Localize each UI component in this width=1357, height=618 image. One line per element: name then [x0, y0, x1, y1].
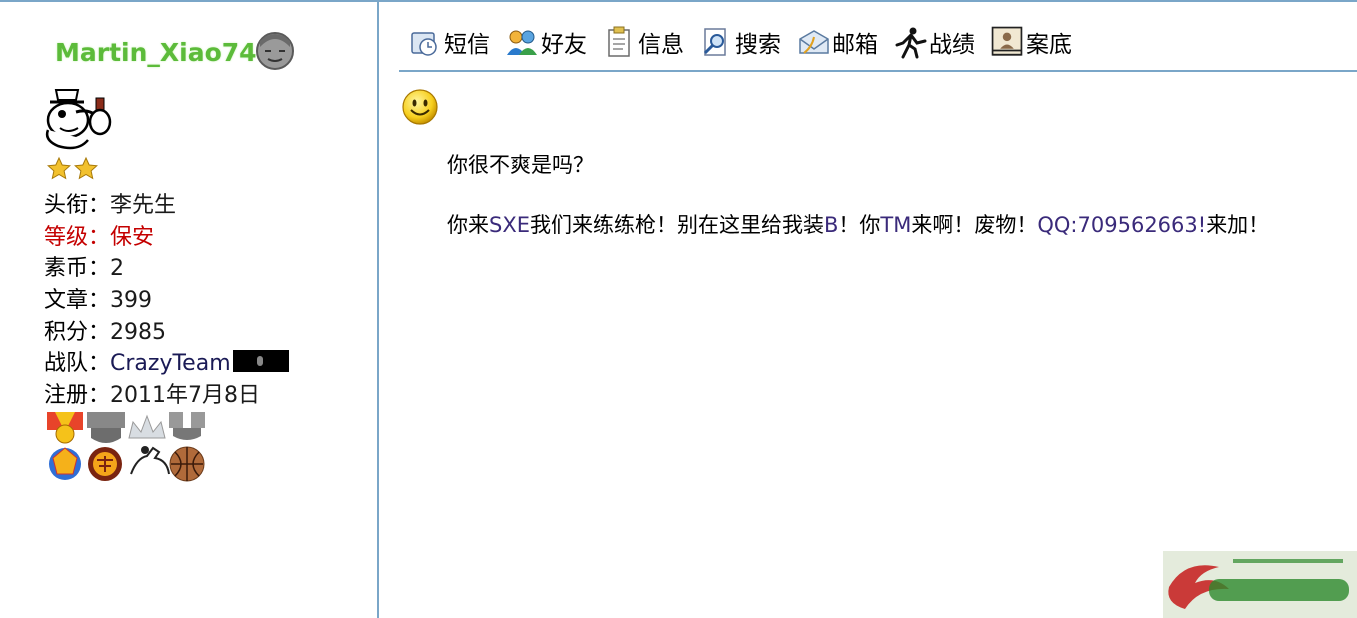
- column-divider: [377, 0, 379, 618]
- search-button[interactable]: 搜索: [699, 25, 781, 59]
- points-label: 积分：: [44, 319, 111, 345]
- register-label: 注册：: [44, 383, 111, 409]
- user-avatar[interactable]: [40, 84, 114, 152]
- medal-grey-ribbon-icon: [169, 412, 205, 440]
- sms-icon: [411, 32, 437, 56]
- record-button[interactable]: 战绩: [893, 25, 975, 59]
- points-row: 积分：2985: [44, 317, 289, 349]
- case-record-button[interactable]: 案底: [990, 25, 1072, 59]
- register-row: 注册：2011年7月8日: [44, 380, 289, 412]
- medal-money-icon: [88, 447, 122, 481]
- medal-ribbon-icon: [47, 412, 83, 444]
- user-toolbar: 短信 好友 信息 搜索 邮箱 战绩 案底: [408, 20, 1087, 64]
- message-text: ！你: [838, 213, 881, 237]
- posts-label: 文章：: [44, 288, 111, 314]
- rank-stars: [46, 156, 99, 182]
- case-record-label: 案底: [1026, 32, 1072, 58]
- info-label: 信息: [638, 32, 684, 58]
- level-label: 等级：: [44, 224, 111, 250]
- mail-button[interactable]: 邮箱: [796, 25, 878, 59]
- friends-icon: [507, 30, 537, 55]
- register-value: 2011年7月8日: [110, 383, 260, 409]
- post-message: 你很不爽是吗？ 你来SXE我们来练练枪！别在这里给我装B！你TM来啊！废物！QQ…: [447, 150, 1269, 240]
- record-label: 战绩: [929, 32, 975, 58]
- medal-basketball-icon: [169, 446, 205, 482]
- message-line-2: 你来SXE我们来练练枪！别在这里给我装B！你TM来啊！废物！QQ:7095626…: [447, 210, 1269, 240]
- medal-crown-icon: [128, 414, 166, 439]
- points-value: 2985: [110, 319, 167, 345]
- team-link[interactable]: CrazyTeam: [110, 351, 231, 376]
- title-value: 李先生: [110, 193, 177, 218]
- rank-star-icon: [47, 156, 71, 180]
- sms-label: 短信: [444, 32, 490, 58]
- case-record-icon: [991, 26, 1023, 56]
- title-label: 头衔：: [44, 193, 111, 218]
- message-text: TM: [880, 213, 912, 237]
- mail-label: 邮箱: [832, 32, 878, 58]
- message-text: 你来: [447, 213, 489, 237]
- title-row: 头衔：李先生: [44, 190, 289, 222]
- team-badge-icon: [232, 350, 289, 373]
- coins-value: 2: [110, 256, 125, 282]
- level-value: 保安: [110, 224, 155, 250]
- search-icon: [703, 28, 726, 56]
- medal-horse-icon: [130, 446, 170, 475]
- friends-button[interactable]: 好友: [505, 25, 587, 59]
- info-icon: [608, 26, 630, 57]
- username[interactable]: Martin_Xiao74: [55, 38, 257, 67]
- site-watermark-logo: [1163, 551, 1357, 618]
- offline-status-icon: [256, 32, 294, 70]
- message-text: 来啊！废物！: [911, 213, 1038, 237]
- posts-value: 399: [110, 288, 153, 314]
- coins-row: 素币：2: [44, 253, 289, 285]
- medal-group: [47, 412, 205, 482]
- team-row: 战队：CrazyTeam: [44, 348, 289, 380]
- message-text: 来加！: [1206, 213, 1270, 237]
- info-button[interactable]: 信息: [602, 25, 684, 59]
- smiley-icon: [402, 89, 438, 125]
- mail-icon: [799, 30, 829, 54]
- user-profile-panel: Martin_Xiao74 头衔：李先生 等级：保安 素币：2 文章：399 积…: [0, 0, 377, 618]
- message-text: B: [824, 213, 839, 237]
- message-qq-text: QQ:709562663!: [1037, 213, 1207, 237]
- search-label: 搜索: [735, 32, 781, 58]
- message-text: SXE: [489, 213, 530, 237]
- rank-star-icon: [74, 156, 98, 180]
- coins-label: 素币：: [44, 256, 111, 282]
- toolbar-divider: [399, 70, 1357, 72]
- team-label: 战队：: [44, 351, 111, 377]
- level-row: 等级：保安: [44, 222, 289, 254]
- medal-wine-icon: [49, 447, 81, 480]
- message-line-1: 你很不爽是吗？: [447, 153, 594, 177]
- posts-row: 文章：399: [44, 285, 289, 317]
- sms-button[interactable]: 短信: [408, 25, 490, 59]
- profile-info: 头衔：李先生 等级：保安 素币：2 文章：399 积分：2985 战队：Craz…: [44, 190, 289, 412]
- message-text: 我们来练练枪！别在这里给我装: [530, 213, 824, 237]
- medal-shield-icon: [87, 412, 125, 443]
- record-icon: [895, 27, 927, 59]
- friends-label: 好友: [541, 32, 587, 58]
